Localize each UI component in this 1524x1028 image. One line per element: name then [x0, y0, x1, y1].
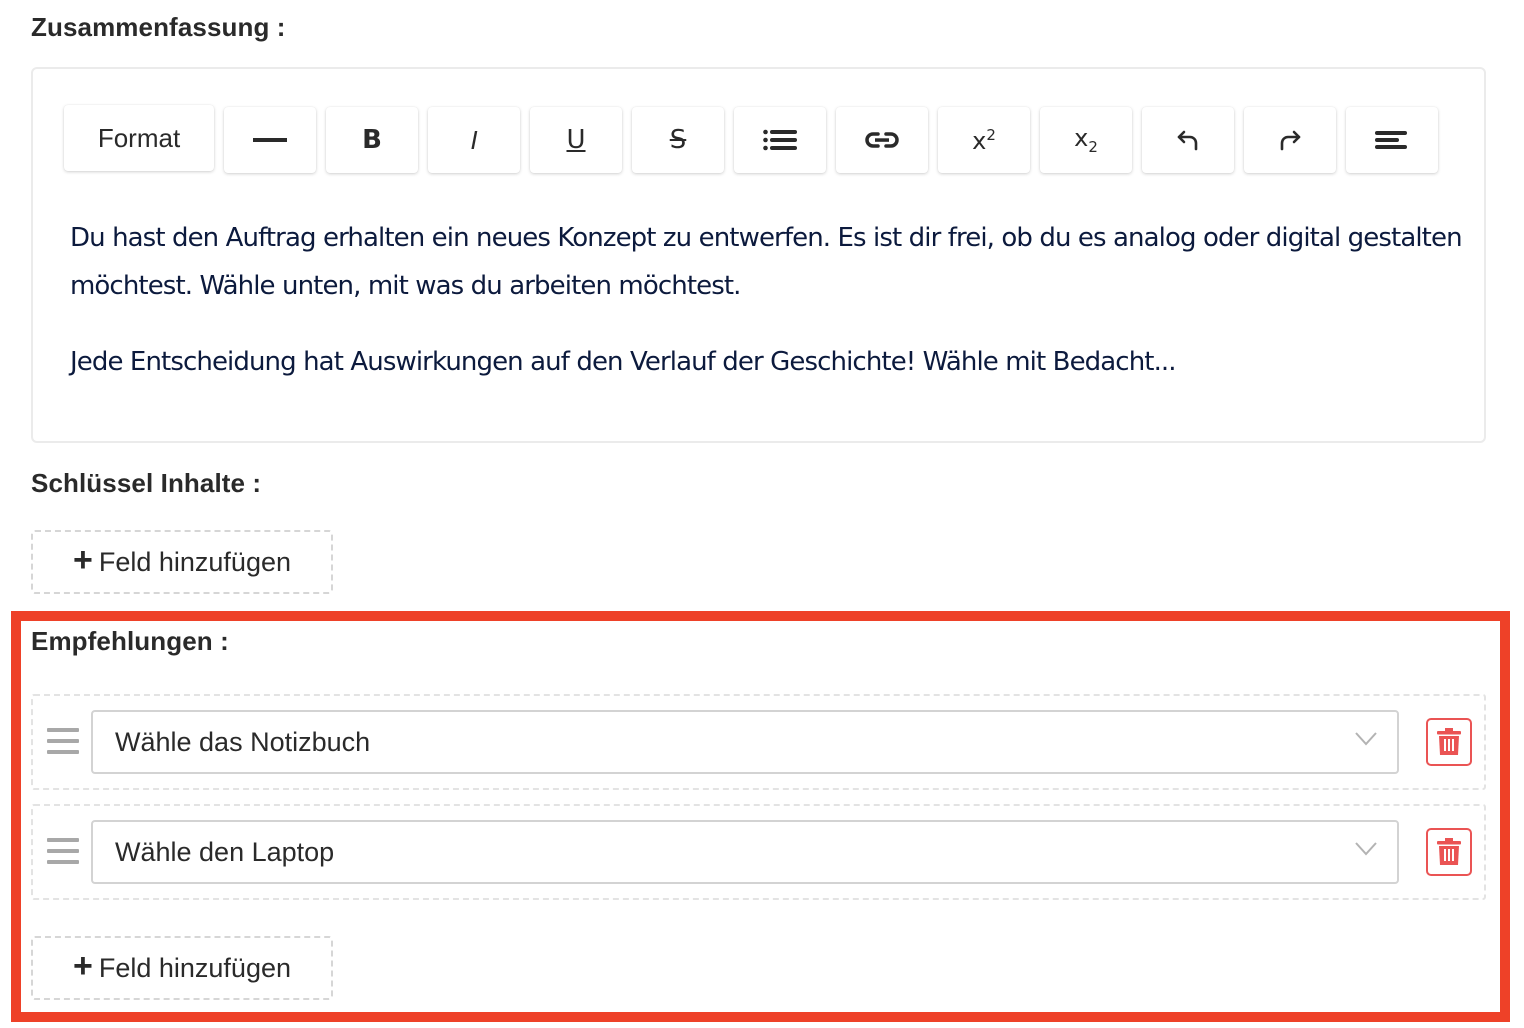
italic-icon: I — [470, 124, 478, 155]
horizontal-rule-icon — [253, 138, 287, 142]
link-button[interactable] — [836, 107, 928, 173]
redo-button[interactable] — [1244, 107, 1336, 173]
undo-button[interactable] — [1142, 107, 1234, 173]
chevron-down-icon — [1355, 842, 1377, 856]
strikethrough-icon: S — [669, 125, 687, 155]
recommendations-label: Empfehlungen : — [31, 626, 229, 656]
plus-icon: + — [73, 541, 93, 579]
editor-paragraph: Du hast den Auftrag erhalten ein neues K… — [70, 223, 1463, 301]
subscript-icon: x2 — [1074, 124, 1098, 156]
recommendation-row: Wähle das Notizbuch — [31, 694, 1486, 790]
editor-content[interactable]: Du hast den Auftrag erhalten ein neues K… — [70, 214, 1470, 414]
list-icon — [763, 129, 797, 151]
recommendation-row: Wähle den Laptop — [31, 804, 1486, 900]
subscript-base: x — [1074, 124, 1089, 153]
rich-text-editor[interactable]: Format B I U S x2 x2 Du hast den Auftrag… — [31, 67, 1486, 443]
bold-button[interactable]: B — [326, 107, 418, 173]
add-field-label: Feld hinzufügen — [98, 952, 291, 983]
recommendation-select[interactable]: Wähle das Notizbuch — [91, 710, 1399, 774]
horizontal-rule-button[interactable] — [224, 107, 316, 173]
superscript-exponent: 2 — [986, 125, 996, 144]
drag-handle-icon[interactable] — [47, 728, 79, 756]
subscript-index: 2 — [1088, 137, 1098, 156]
italic-button[interactable]: I — [428, 107, 520, 173]
bold-icon: B — [362, 125, 382, 155]
bulleted-list-button[interactable] — [734, 107, 826, 173]
recommendation-select[interactable]: Wähle den Laptop — [91, 820, 1399, 884]
select-value: Wähle den Laptop — [115, 836, 335, 867]
redo-icon — [1280, 130, 1301, 151]
trash-icon — [1437, 728, 1461, 755]
key-contents-add-field-button[interactable]: + Feld hinzufügen — [31, 530, 333, 594]
drag-handle-icon[interactable] — [47, 838, 79, 866]
underline-button[interactable]: U — [530, 107, 622, 173]
undo-icon — [1177, 130, 1198, 151]
select-value: Wähle das Notizbuch — [115, 726, 371, 757]
subscript-button[interactable]: x2 — [1040, 107, 1132, 173]
chevron-down-icon — [1355, 732, 1377, 746]
delete-button[interactable] — [1426, 718, 1472, 766]
superscript-icon: x2 — [972, 126, 996, 155]
superscript-button[interactable]: x2 — [938, 107, 1030, 173]
superscript-base: x — [972, 126, 987, 155]
editor-paragraph: Jede Entscheidung hat Auswirkungen auf d… — [70, 347, 1177, 377]
add-field-label: Feld hinzufügen — [98, 546, 291, 577]
format-dropdown-button[interactable]: Format — [64, 105, 214, 171]
link-icon — [865, 132, 899, 148]
align-left-icon — [1375, 131, 1407, 149]
align-button[interactable] — [1346, 107, 1438, 173]
delete-button[interactable] — [1426, 828, 1472, 876]
recommendations-add-field-button[interactable]: + Feld hinzufügen — [31, 936, 333, 1000]
key-contents-label: Schlüssel Inhalte : — [31, 468, 262, 498]
plus-icon: + — [73, 947, 93, 985]
underline-icon: U — [566, 125, 586, 155]
summary-label: Zusammenfassung : — [31, 12, 286, 42]
trash-icon — [1437, 838, 1461, 865]
strikethrough-button[interactable]: S — [632, 107, 724, 173]
